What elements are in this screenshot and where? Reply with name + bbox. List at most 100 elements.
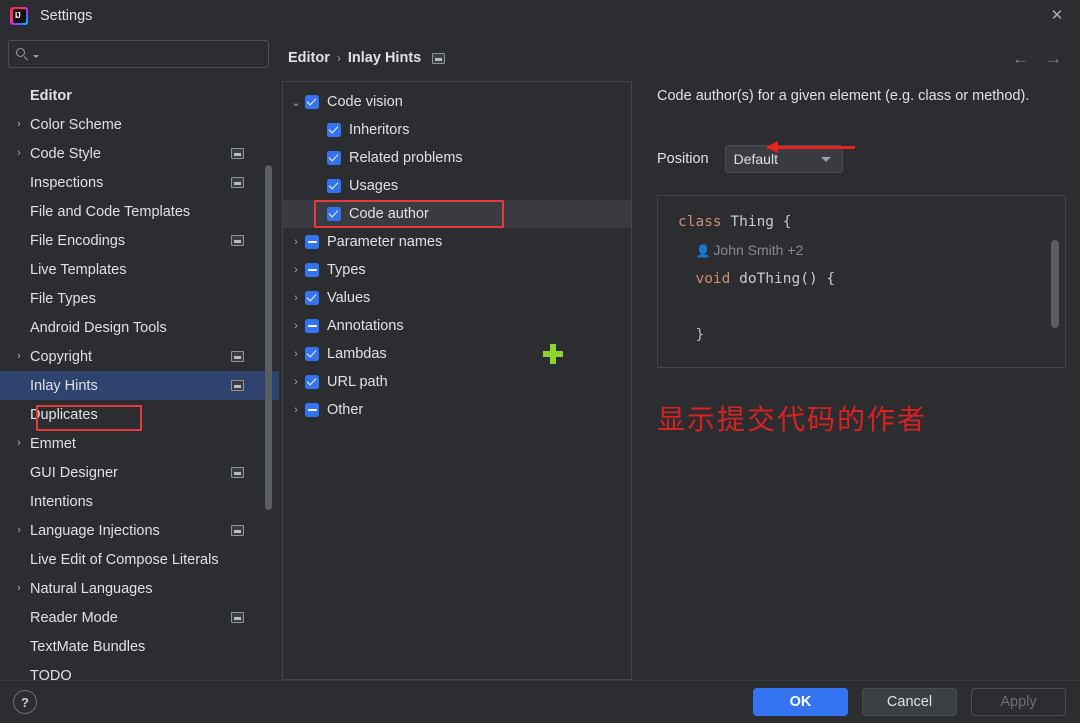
hint-row-label: Annotations bbox=[327, 318, 404, 334]
sidebar-item-inspections[interactable]: Inspections bbox=[0, 168, 279, 197]
code-method-decl: doThing() { bbox=[730, 271, 835, 287]
sidebar-item-file-and-code-templates[interactable]: File and Code Templates bbox=[0, 197, 279, 226]
sidebar-item-language-injections[interactable]: ›Language Injections bbox=[0, 516, 279, 545]
cancel-button[interactable]: Cancel bbox=[862, 688, 957, 716]
hint-row-label: Usages bbox=[349, 178, 398, 194]
sidebar-item-natural-languages[interactable]: ›Natural Languages bbox=[0, 574, 279, 603]
checkbox-checked[interactable] bbox=[327, 151, 341, 165]
chevron-right-icon[interactable]: › bbox=[12, 119, 26, 130]
hint-row-other[interactable]: ›Other bbox=[283, 396, 631, 424]
arrow-left-icon[interactable]: ← bbox=[1012, 50, 1029, 67]
sidebar-item-label: Natural Languages bbox=[27, 581, 153, 597]
chevron-right-icon[interactable]: › bbox=[12, 351, 26, 362]
hint-row-lambdas[interactable]: ›Lambdas bbox=[283, 340, 631, 368]
sidebar-item-live-templates[interactable]: Live Templates bbox=[0, 255, 279, 284]
position-row: Position Default bbox=[657, 145, 1066, 173]
modified-indicator-icon bbox=[231, 148, 244, 159]
sidebar-item-textmate-bundles[interactable]: TextMate Bundles bbox=[0, 632, 279, 661]
sidebar-item-duplicates[interactable]: Duplicates bbox=[0, 400, 279, 429]
checkbox-checked[interactable] bbox=[305, 291, 319, 305]
chevron-down-icon bbox=[821, 157, 831, 162]
help-icon[interactable]: ? bbox=[13, 690, 37, 714]
chevron-right-icon[interactable]: › bbox=[12, 583, 26, 594]
sidebar-item-label: File Encodings bbox=[27, 233, 125, 249]
sidebar-item-code-style[interactable]: ›Code Style bbox=[0, 139, 279, 168]
sidebar-item-gui-designer[interactable]: GUI Designer bbox=[0, 458, 279, 487]
sidebar-item-todo[interactable]: TODO bbox=[0, 661, 279, 680]
checkbox-checked[interactable] bbox=[305, 95, 319, 109]
sidebar-item-file-types[interactable]: File Types bbox=[0, 284, 279, 313]
checkbox-indeterminate[interactable] bbox=[305, 263, 319, 277]
sidebar-item-color-scheme[interactable]: ›Color Scheme bbox=[0, 110, 279, 139]
search-input[interactable] bbox=[44, 41, 261, 67]
sidebar-root-editor[interactable]: Editor bbox=[0, 81, 279, 110]
inlay-code-author: 👤John Smith +2 bbox=[695, 242, 803, 258]
chevron-right-icon[interactable]: › bbox=[12, 438, 26, 449]
chevron-right-icon[interactable]: › bbox=[287, 264, 305, 276]
dialog-footer: ? OK Cancel Apply bbox=[0, 680, 1080, 723]
sidebar-item-intentions[interactable]: Intentions bbox=[0, 487, 279, 516]
code-preview[interactable]: class Thing { 👤John Smith +2 void doThin… bbox=[657, 195, 1066, 368]
checkbox-indeterminate[interactable] bbox=[305, 235, 319, 249]
sidebar-item-label: TODO bbox=[27, 668, 72, 681]
apply-button[interactable]: Apply bbox=[971, 688, 1066, 716]
hint-row-code-vision[interactable]: ⌄Code vision bbox=[283, 88, 631, 116]
hint-row-label: Parameter names bbox=[327, 234, 442, 250]
chevron-down-icon[interactable]: ⌄ bbox=[287, 96, 305, 109]
hint-row-code-author[interactable]: Code author bbox=[283, 200, 631, 228]
hint-row-label: Values bbox=[327, 290, 370, 306]
chevron-right-icon[interactable]: › bbox=[12, 525, 26, 536]
modified-indicator-icon bbox=[231, 380, 244, 391]
hint-row-related-problems[interactable]: Related problems bbox=[283, 144, 631, 172]
sidebar-item-emmet[interactable]: ›Emmet bbox=[0, 429, 279, 458]
sidebar-item-label: Color Scheme bbox=[27, 117, 122, 133]
search-box[interactable] bbox=[8, 40, 269, 68]
ok-button[interactable]: OK bbox=[753, 688, 848, 716]
position-select[interactable]: Default bbox=[725, 145, 843, 173]
sidebar-item-copyright[interactable]: ›Copyright bbox=[0, 342, 279, 371]
settings-dialog: IJ Settings ✕ Editor bbox=[0, 0, 1080, 723]
sidebar-list: Editor ›Color Scheme›Code StyleInspectio… bbox=[0, 75, 279, 680]
hint-row-parameter-names[interactable]: › Parameter names bbox=[283, 228, 631, 256]
hint-row-types[interactable]: ›Types bbox=[283, 256, 631, 284]
close-icon[interactable]: ✕ bbox=[1034, 0, 1080, 31]
sidebar-item-label: Reader Mode bbox=[27, 610, 118, 626]
sidebar-item-label: Code Style bbox=[27, 146, 101, 162]
chevron-down-icon[interactable] bbox=[33, 55, 39, 58]
sidebar-item-label: Intentions bbox=[27, 494, 93, 510]
code-class-decl: Thing { bbox=[722, 214, 792, 230]
chevron-right-icon[interactable]: › bbox=[287, 320, 305, 332]
hint-row-values[interactable]: › Values bbox=[283, 284, 631, 312]
arrow-right-icon[interactable]: → bbox=[1045, 50, 1062, 67]
checkbox-checked[interactable] bbox=[327, 207, 341, 221]
hint-row-inheritors[interactable]: Inheritors bbox=[283, 116, 631, 144]
breadcrumb-parent[interactable]: Editor bbox=[288, 50, 330, 66]
chevron-right-icon[interactable]: › bbox=[287, 376, 305, 388]
sidebar-item-file-encodings[interactable]: File Encodings bbox=[0, 226, 279, 255]
chevron-right-icon[interactable]: › bbox=[287, 348, 305, 360]
checkbox-checked[interactable] bbox=[327, 179, 341, 193]
hint-row-label: URL path bbox=[327, 374, 388, 390]
checkbox-indeterminate[interactable] bbox=[305, 403, 319, 417]
sidebar-scrollbar[interactable] bbox=[265, 165, 272, 510]
inlay-author-text: John Smith +2 bbox=[713, 242, 803, 258]
sidebar-item-reader-mode[interactable]: Reader Mode bbox=[0, 603, 279, 632]
chevron-right-icon[interactable]: › bbox=[287, 292, 305, 304]
chevron-right-icon[interactable]: › bbox=[287, 404, 305, 416]
annotation-note: 显示提交代码的作者 bbox=[657, 398, 1066, 438]
hint-row-annotations[interactable]: › Annotations bbox=[283, 312, 631, 340]
hint-row-url-path[interactable]: › URL path bbox=[283, 368, 631, 396]
breadcrumb-separator: › bbox=[337, 51, 341, 65]
chevron-right-icon[interactable]: › bbox=[287, 236, 305, 248]
title-bar: IJ Settings ✕ bbox=[0, 0, 1080, 31]
chevron-right-icon[interactable]: › bbox=[12, 148, 26, 159]
checkbox-checked[interactable] bbox=[305, 347, 319, 361]
checkbox-indeterminate[interactable] bbox=[305, 319, 319, 333]
sidebar-item-live-edit-of-compose-literals[interactable]: Live Edit of Compose Literals bbox=[0, 545, 279, 574]
checkbox-checked[interactable] bbox=[305, 375, 319, 389]
checkbox-checked[interactable] bbox=[327, 123, 341, 137]
sidebar-item-inlay-hints[interactable]: Inlay Hints bbox=[0, 371, 279, 400]
hint-row-usages[interactable]: Usages bbox=[283, 172, 631, 200]
sidebar-item-android-design-tools[interactable]: Android Design Tools bbox=[0, 313, 279, 342]
code-preview-scrollbar[interactable] bbox=[1051, 240, 1059, 328]
